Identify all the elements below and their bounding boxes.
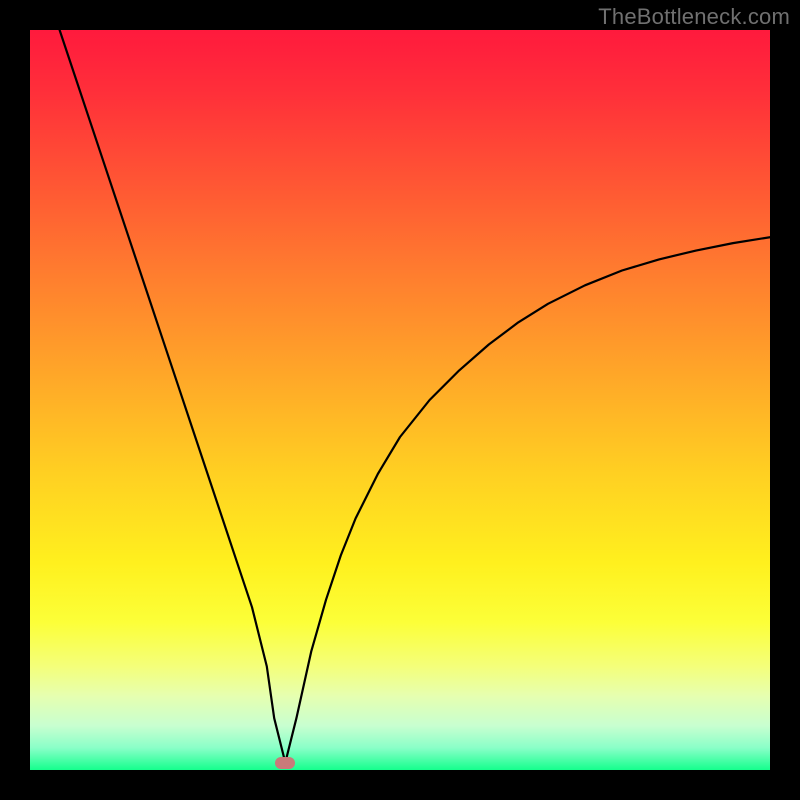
min-marker (275, 757, 295, 769)
plot-area (30, 30, 770, 770)
bottleneck-curve (30, 30, 770, 770)
watermark-label: TheBottleneck.com (598, 4, 790, 30)
chart-frame: TheBottleneck.com (0, 0, 800, 800)
